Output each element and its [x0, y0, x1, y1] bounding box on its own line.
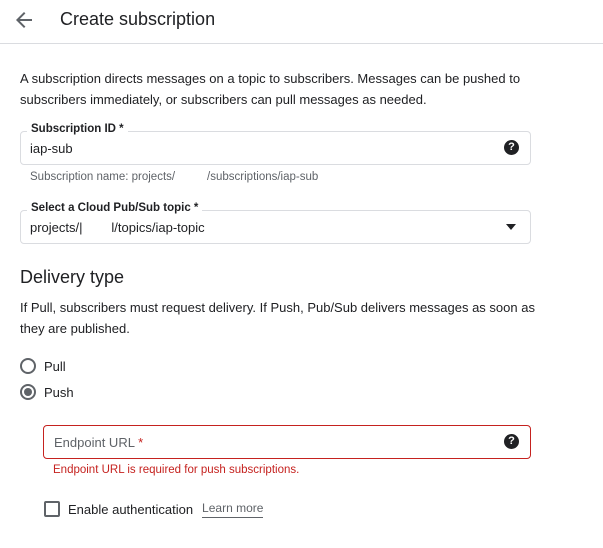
topic-select[interactable]: Select a Cloud Pub/Sub topic * projects/… — [20, 202, 531, 244]
topic-select-label: Select a Cloud Pub/Sub topic * — [27, 202, 203, 214]
page-header: Create subscription — [0, 0, 603, 44]
enable-authentication-checkbox[interactable] — [44, 501, 60, 517]
required-mark: * — [138, 435, 144, 450]
learn-more-link[interactable]: Learn more — [202, 501, 264, 518]
subscription-id-value[interactable]: iap-sub — [30, 141, 73, 156]
radio-pull[interactable]: Pull — [20, 356, 66, 376]
radio-push[interactable]: Push — [20, 382, 74, 402]
endpoint-url-field[interactable]: Endpoint URL * ? — [43, 425, 531, 459]
subscription-name-hint: Subscription name: projects/ /subscripti… — [30, 171, 319, 183]
arrow-back-icon[interactable] — [12, 8, 36, 32]
endpoint-url-error: Endpoint URL is required for push subscr… — [53, 464, 300, 476]
help-icon[interactable]: ? — [504, 434, 519, 449]
radio-pull-button[interactable] — [20, 358, 36, 374]
endpoint-url-placeholder: Endpoint URL * — [54, 435, 144, 450]
page-title: Create subscription — [60, 9, 216, 29]
enable-authentication-row: Enable authentication Learn more — [44, 500, 264, 518]
subscription-id-field[interactable]: Subscription ID * iap-sub ? — [20, 123, 531, 165]
topic-select-value[interactable]: projects/| l/topics/iap-topic — [30, 220, 205, 235]
delivery-type-title: Delivery type — [20, 267, 125, 287]
radio-pull-label: Pull — [44, 358, 66, 374]
enable-authentication-label[interactable]: Enable authentication — [68, 502, 193, 517]
dropdown-arrow-icon[interactable] — [506, 224, 516, 230]
radio-push-label: Push — [44, 384, 74, 400]
help-icon[interactable]: ? — [504, 140, 519, 155]
delivery-type-description: If Pull, subscribers must request delive… — [20, 300, 535, 336]
subscription-id-label: Subscription ID * — [27, 123, 128, 135]
radio-push-button[interactable] — [20, 384, 36, 400]
intro-text: A subscription directs messages on a top… — [20, 71, 521, 107]
